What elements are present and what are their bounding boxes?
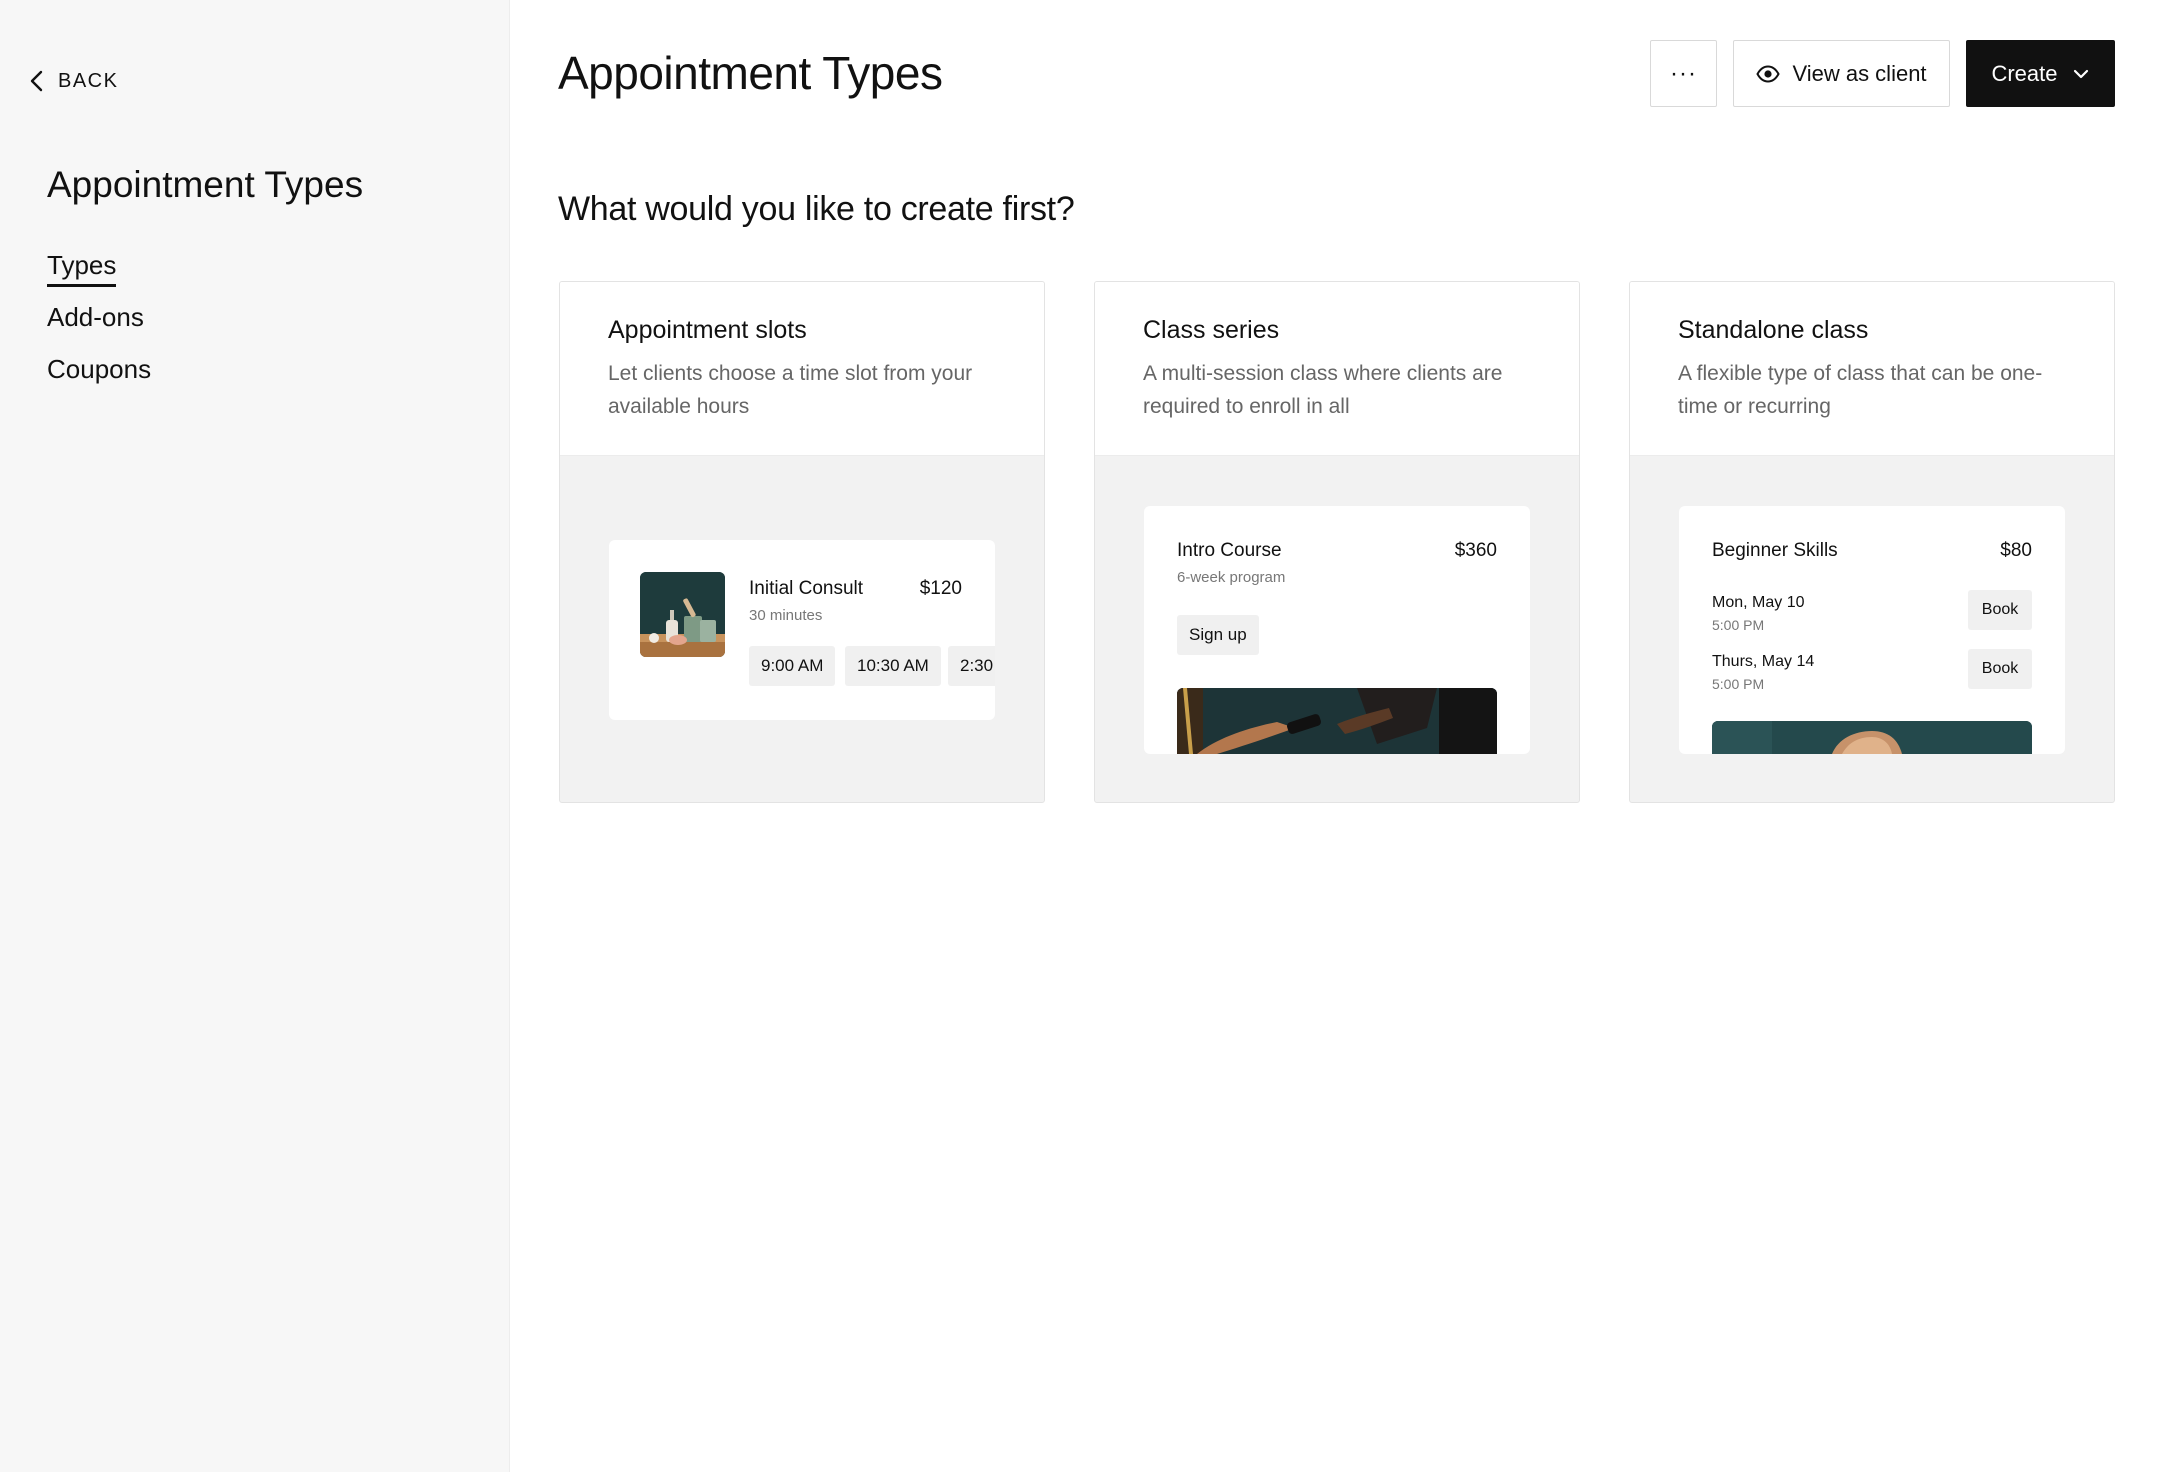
appointment-preview: Initial Consult $120 30 minutes 9:00 AM … [609, 540, 995, 720]
sidebar-item-types[interactable]: Types [47, 248, 151, 300]
preview-price: $120 [919, 578, 962, 599]
card-header: Class series A multi-session class where… [1095, 282, 1579, 456]
appointment-slots-card[interactable]: Appointment slots Let clients choose a t… [559, 281, 1045, 803]
time-slot: 2:30 [948, 646, 995, 686]
card-title: Class series [1143, 316, 1280, 344]
standalone-class-preview: Beginner Skills $80 Mon, May 10 5:00 PM … [1679, 506, 2065, 754]
card-title: Appointment slots [608, 316, 807, 344]
page-title: Appointment Types [558, 47, 943, 99]
view-as-client-label: View as client [1792, 60, 1927, 86]
session-date: Mon, May 10 [1712, 594, 1805, 611]
back-link[interactable]: BACK [28, 66, 118, 96]
class-series-card[interactable]: Class series A multi-session class where… [1094, 281, 1580, 803]
sidebar-item-add-ons[interactable]: Add-ons [47, 300, 151, 352]
sidebar-item-coupons[interactable]: Coupons [47, 352, 151, 404]
phone-hands-image [1177, 688, 1497, 754]
more-options-button[interactable]: ··· [1650, 40, 1717, 107]
preview-duration: 30 minutes [749, 607, 823, 624]
standalone-class-card[interactable]: Standalone class A flexible type of clas… [1629, 281, 2115, 803]
chevron-left-icon [30, 70, 43, 92]
create-button[interactable]: Create [1966, 40, 2115, 107]
more-icon: ··· [1670, 59, 1697, 87]
session-time: 5:00 PM [1712, 617, 1765, 633]
create-label: Create [1991, 60, 2058, 86]
product-thumbnail-image [640, 572, 725, 657]
chevron-down-icon [2073, 69, 2088, 78]
sidebar-item-label: Coupons [47, 354, 152, 384]
preview-price: $360 [1454, 540, 1497, 561]
book-button: Book [1968, 649, 2032, 689]
book-button: Book [1968, 590, 2032, 630]
preview-price: $80 [2000, 540, 2032, 561]
preview-subtitle: 6-week program [1177, 569, 1286, 586]
sidebar-nav: Types Add-ons Coupons [47, 248, 151, 404]
card-description: A flexible type of class that can be one… [1678, 362, 2043, 418]
card-header: Appointment slots Let clients choose a t… [560, 282, 1044, 456]
app-root: BACK Appointment Types Types Add-ons Cou… [0, 0, 2160, 1472]
sidebar-title: Appointment Types [47, 164, 364, 205]
session-time: 5:00 PM [1712, 676, 1765, 692]
card-header: Standalone class A flexible type of clas… [1630, 282, 2114, 456]
sidebar: BACK Appointment Types Types Add-ons Cou… [0, 0, 510, 1472]
eye-icon [1756, 64, 1781, 83]
sidebar-item-label: Types [47, 250, 117, 287]
time-slot: 9:00 AM [749, 646, 836, 686]
sign-up-button: Sign up [1177, 615, 1259, 655]
card-description: A multi-session class where clients are … [1143, 362, 1503, 418]
instructor-photo-image [1712, 721, 2032, 754]
class-photo-image [1177, 688, 1497, 754]
preview-class-name: Beginner Skills [1712, 540, 1838, 561]
view-as-client-button[interactable]: View as client [1733, 40, 1950, 107]
skincare-products-icon [640, 572, 725, 657]
sidebar-item-label: Add-ons [47, 302, 144, 332]
class-photo-image [1712, 721, 2032, 754]
time-slot: 10:30 AM [845, 646, 941, 686]
card-description: Let clients choose a time slot from your… [608, 362, 973, 418]
back-label: BACK [58, 69, 119, 92]
class-series-preview: Intro Course $360 6-week program Sign up [1144, 506, 1530, 754]
session-date: Thurs, May 14 [1712, 653, 1815, 670]
preview-class-name: Intro Course [1177, 540, 1282, 561]
card-title: Standalone class [1678, 316, 1869, 344]
create-first-heading: What would you like to create first? [558, 190, 1075, 228]
preview-service-name: Initial Consult [749, 578, 864, 599]
